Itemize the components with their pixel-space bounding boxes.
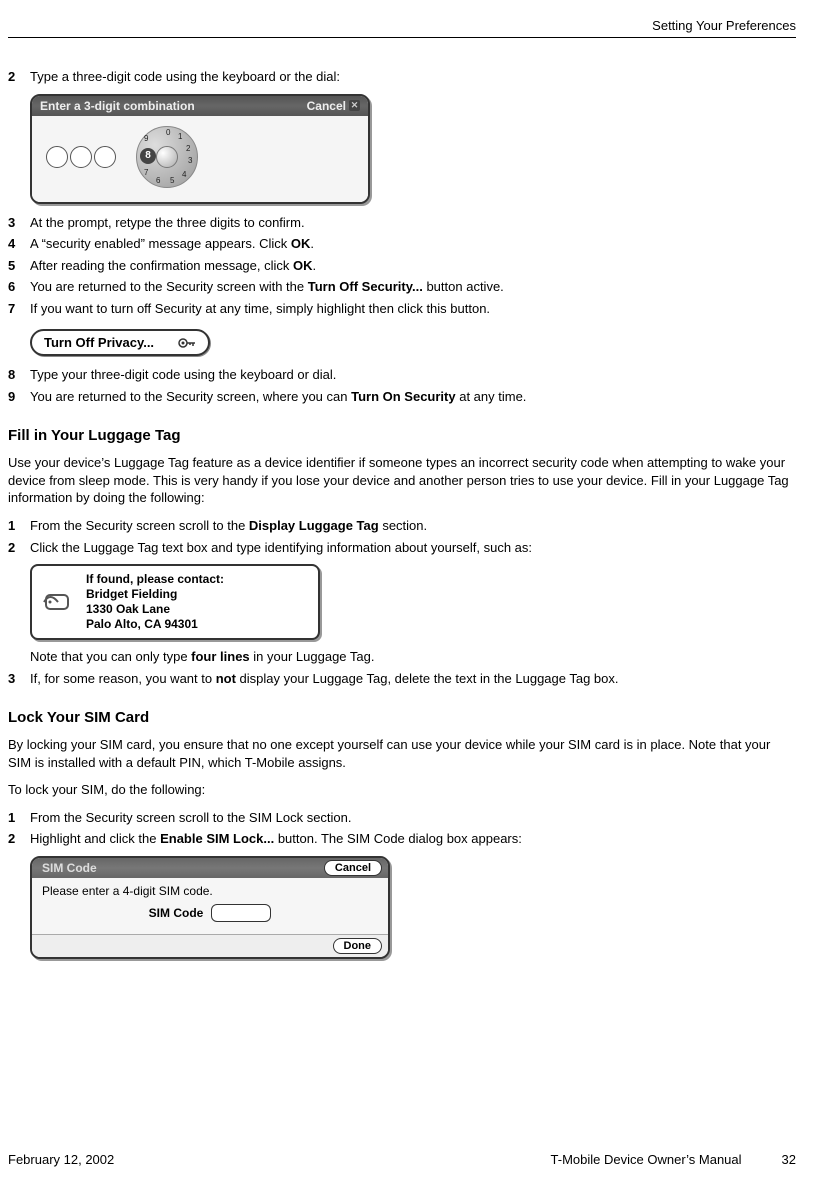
sim-code-dialog: SIM Code Cancel Please enter a 4-digit S… [30, 856, 390, 959]
turn-off-privacy-button[interactable]: Turn Off Privacy... [30, 329, 210, 356]
luggage-note: Note that you can only type four lines i… [30, 648, 796, 666]
section-heading-luggage: Fill in Your Luggage Tag [8, 427, 796, 444]
dialog-body: 0 1 2 3 4 5 6 7 9 8 [32, 116, 368, 202]
sim-code-label: SIM Code [149, 906, 204, 920]
step-number: 9 [8, 388, 30, 406]
step-text: You are returned to the Security screen … [30, 278, 796, 296]
step-row: 7 If you want to turn off Security at an… [8, 300, 796, 318]
dialog-titlebar: Enter a 3-digit combination Cancel ✕ [32, 96, 368, 116]
step-text: A “security enabled” message appears. Cl… [30, 235, 796, 253]
step-row: 5 After reading the confirmation message… [8, 257, 796, 275]
step-row: 4 A “security enabled” message appears. … [8, 235, 796, 253]
section-heading-sim: Lock Your SIM Card [8, 709, 796, 726]
code-slots [46, 146, 116, 168]
number-dial[interactable]: 0 1 2 3 4 5 6 7 9 8 [136, 126, 198, 188]
dial-selected-digit: 8 [140, 148, 156, 164]
step-text: From the Security screen scroll to the D… [30, 517, 796, 535]
dialog-title: Enter a 3-digit combination [40, 99, 195, 113]
step-row: 1 From the Security screen scroll to the… [8, 809, 796, 827]
page-content: 2 Type a three-digit code using the keyb… [8, 68, 796, 959]
sim-code-input[interactable] [211, 904, 271, 922]
code-slot[interactable] [46, 146, 68, 168]
footer-page-number: 32 [782, 1152, 796, 1167]
step-text: Highlight and click the Enable SIM Lock.… [30, 830, 796, 848]
done-button[interactable]: Done [333, 938, 383, 954]
header-rule [8, 37, 796, 38]
step-text: From the Security screen scroll to the S… [30, 809, 796, 827]
step-number: 2 [8, 539, 30, 557]
dialog-body: Please enter a 4-digit SIM code. SIM Cod… [32, 878, 388, 934]
cancel-button[interactable]: Cancel [324, 860, 382, 876]
step-number: 3 [8, 214, 30, 232]
page-footer: February 12, 2002 T-Mobile Device Owner’… [8, 1152, 796, 1167]
step-text: Type your three-digit code using the key… [30, 366, 796, 384]
step-text: Click the Luggage Tag text box and type … [30, 539, 796, 557]
step-row: 1 From the Security screen scroll to the… [8, 517, 796, 535]
code-slot[interactable] [94, 146, 116, 168]
step-row: 2 Type a three-digit code using the keyb… [8, 68, 796, 86]
code-slot[interactable] [70, 146, 92, 168]
close-icon: ✕ [349, 100, 360, 111]
step-number: 4 [8, 235, 30, 253]
step-text: If you want to turn off Security at any … [30, 300, 796, 318]
dialog-footer: Done [32, 934, 388, 957]
cancel-button[interactable]: Cancel ✕ [307, 99, 360, 113]
sim-intro2: To lock your SIM, do the following: [8, 781, 796, 799]
step-number: 3 [8, 670, 30, 688]
step-row: 3 At the prompt, retype the three digits… [8, 214, 796, 232]
header-section-title: Setting Your Preferences [8, 18, 796, 33]
step-row: 6 You are returned to the Security scree… [8, 278, 796, 296]
luggage-tag-text: If found, please contact: Bridget Fieldi… [86, 572, 224, 632]
sim-prompt: Please enter a 4-digit SIM code. [42, 884, 378, 898]
key-icon [178, 336, 196, 350]
step-text: At the prompt, retype the three digits t… [30, 214, 796, 232]
step-text: Type a three-digit code using the keyboa… [30, 68, 796, 86]
footer-date: February 12, 2002 [8, 1152, 114, 1167]
dialog-titlebar: SIM Code Cancel [32, 858, 388, 878]
step-number: 1 [8, 517, 30, 535]
step-number: 2 [8, 830, 30, 848]
button-label: Turn Off Privacy... [44, 335, 154, 350]
step-number: 2 [8, 68, 30, 86]
step-text: If, for some reason, you want to not dis… [30, 670, 796, 688]
step-row: 8 Type your three-digit code using the k… [8, 366, 796, 384]
step-row: 9 You are returned to the Security scree… [8, 388, 796, 406]
dialog-title: SIM Code [42, 861, 97, 875]
step-number: 7 [8, 300, 30, 318]
step-number: 8 [8, 366, 30, 384]
luggage-tag-icon [42, 585, 76, 619]
combination-dialog: Enter a 3-digit combination Cancel ✕ 0 1… [30, 94, 370, 204]
step-text: After reading the confirmation message, … [30, 257, 796, 275]
step-row: 3 If, for some reason, you want to not d… [8, 670, 796, 688]
sim-input-row: SIM Code [42, 904, 378, 922]
step-text: You are returned to the Security screen,… [30, 388, 796, 406]
step-row: 2 Click the Luggage Tag text box and typ… [8, 539, 796, 557]
step-number: 5 [8, 257, 30, 275]
luggage-intro: Use your device’s Luggage Tag feature as… [8, 454, 796, 507]
footer-manual-title: T-Mobile Device Owner’s Manual [551, 1152, 742, 1167]
cancel-label: Cancel [307, 99, 346, 113]
sim-intro: By locking your SIM card, you ensure tha… [8, 736, 796, 771]
luggage-tag-example: If found, please contact: Bridget Fieldi… [30, 564, 320, 640]
step-row: 2 Highlight and click the Enable SIM Loc… [8, 830, 796, 848]
step-number: 6 [8, 278, 30, 296]
step-number: 1 [8, 809, 30, 827]
